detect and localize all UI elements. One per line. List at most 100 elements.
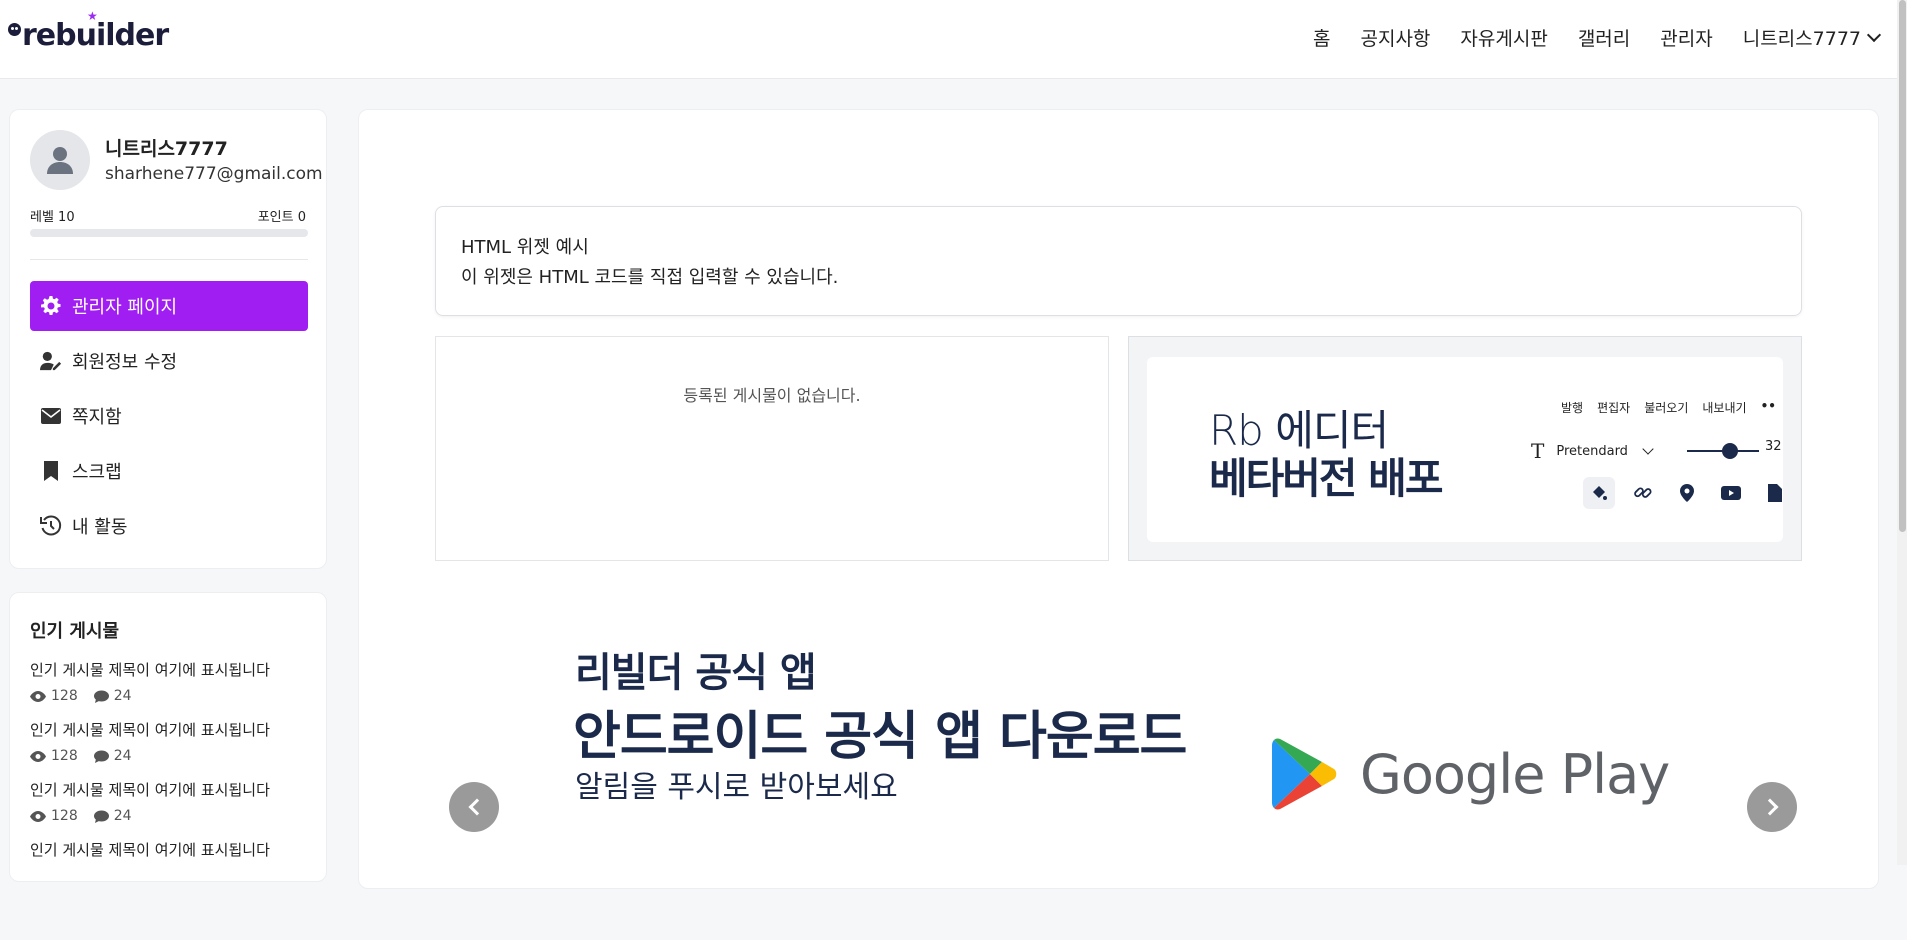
rb-tab-editor: 편집자 [1597, 401, 1631, 415]
nav-free-board[interactable]: 자유게시판 [1460, 24, 1547, 51]
view-count: 128 [51, 808, 78, 824]
list-item[interactable]: 인기 게시물 제목이 여기에 표시됩니다 128 24 [30, 779, 320, 839]
banner-headline: 안드로이드 공식 앱 다운로드 [573, 707, 1187, 767]
menu-label: 내 활동 [72, 517, 128, 538]
list-item[interactable]: 인기 게시물 제목이 여기에 표시됩니다 128 24 [30, 719, 320, 779]
menu-messages[interactable]: 쪽지함 [30, 391, 308, 441]
menu-label: 회원정보 수정 [72, 352, 178, 373]
user-icon [47, 147, 73, 174]
post-meta: 128 24 [30, 688, 320, 704]
paint-bucket-icon [1583, 477, 1615, 509]
comment-count: 24 [113, 748, 132, 764]
rb-font-select: T Pretendard [1531, 439, 1654, 463]
logo-mark [8, 22, 21, 36]
nav-user-name: 니트리스7777 [1742, 28, 1861, 50]
chevron-down-icon [1642, 443, 1654, 455]
rb-tab-export: 내보내기 [1702, 401, 1747, 415]
nav-home[interactable]: 홈 [1313, 24, 1330, 51]
comment-count: 24 [113, 808, 132, 824]
profile-name: 니트리스7777 [105, 138, 228, 160]
view-count: 128 [51, 688, 78, 704]
comment-icon [93, 690, 109, 703]
rb-size-value: 32 [1765, 439, 1782, 454]
nav-admin[interactable]: 관리자 [1660, 24, 1712, 51]
post-meta: 128 24 [30, 808, 320, 824]
comment-icon [93, 750, 109, 763]
post-title[interactable]: 인기 게시물 제목이 여기에 표시됩니다 [30, 779, 320, 800]
main-nav: 홈 공지사항 자유게시판 갤러리 관리자 니트리스7777 [1313, 24, 1882, 51]
profile-menu: 관리자 페이지 회원정보 수정 쪽지함 스크랩 내 활동 [30, 281, 308, 556]
user-edit-icon [40, 350, 62, 372]
bookmark-icon [40, 460, 62, 482]
rb-slider-knob [1722, 443, 1738, 459]
list-item[interactable]: 인기 게시물 제목이 여기에 표시됩니다 128 24 [30, 659, 320, 719]
nav-notice[interactable]: 공지사항 [1360, 24, 1430, 51]
rb-tab-import: 불러오기 [1644, 401, 1689, 415]
view-count: 128 [51, 748, 78, 764]
post-title[interactable]: 인기 게시물 제목이 여기에 표시됩니다 [30, 839, 320, 860]
profile-card: 니트리스7777 sharhene777@gmail.com 레벨 10 포인트… [9, 109, 327, 569]
gear-icon [40, 295, 62, 317]
google-play-icon [1272, 738, 1337, 810]
profile-email: sharhene777@gmail.com [105, 164, 323, 184]
menu-edit-profile[interactable]: 회원정보 수정 [30, 336, 308, 386]
history-icon [40, 515, 62, 537]
profile-level: 레벨 10 [30, 210, 75, 225]
empty-message: 등록된 게시물이 없습니다. [683, 386, 861, 405]
banner-title: 리빌더 공식 앱 [575, 650, 817, 696]
file-icon [1759, 477, 1783, 509]
list-item[interactable]: 인기 게시물 제목이 여기에 표시됩니다 [30, 839, 320, 899]
comment-icon [93, 810, 109, 823]
site-logo[interactable]: rebuilder ★ [8, 9, 169, 54]
html-widget-title: HTML 위젯 예시 [461, 237, 589, 258]
divider [30, 259, 308, 260]
logo-text: rebuilder [22, 18, 169, 53]
rb-editor-tabs: 발행 편집자 불러오기 내보내기 •• [1561, 399, 1776, 416]
map-pin-icon [1671, 477, 1703, 509]
menu-label: 관리자 페이지 [72, 297, 178, 318]
app-download-banner[interactable]: 리빌더 공식 앱 안드로이드 공식 앱 다운로드 알림을 푸시로 받아보세요 G… [435, 640, 1802, 940]
latest-posts-widget: 등록된 게시물이 없습니다. [435, 336, 1109, 561]
carousel-prev-button[interactable] [449, 782, 499, 832]
html-widget-desc: 이 위젯은 HTML 코드를 직접 입력할 수 있습니다. [461, 267, 839, 288]
rb-tab-publish: 발행 [1561, 401, 1584, 415]
menu-label: 쪽지함 [72, 407, 122, 428]
level-progress-bar [30, 229, 308, 237]
envelope-icon [40, 405, 62, 427]
menu-admin-page[interactable]: 관리자 페이지 [30, 281, 308, 331]
chevron-down-icon [1866, 27, 1882, 42]
post-title[interactable]: 인기 게시물 제목이 여기에 표시됩니다 [30, 719, 320, 740]
rb-font-name: Pretendard [1556, 443, 1628, 459]
chevron-left-icon [468, 798, 485, 816]
logo-star-icon: ★ [87, 9, 98, 23]
avatar [30, 130, 90, 190]
page-scrollbar[interactable] [1897, 0, 1907, 865]
more-icon: •• [1760, 399, 1776, 413]
google-play-text: Google Play [1360, 742, 1670, 806]
rb-toolbar-icons [1583, 477, 1783, 509]
chevron-right-icon [1761, 798, 1778, 816]
profile-points: 포인트 0 [257, 210, 306, 225]
menu-scrap[interactable]: 스크랩 [30, 446, 308, 496]
main-content: HTML 위젯 예시 이 위젯은 HTML 코드를 직접 입력할 수 있습니다.… [358, 109, 1879, 889]
post-title[interactable]: 인기 게시물 제목이 여기에 표시됩니다 [30, 659, 320, 680]
comment-count: 24 [113, 688, 132, 704]
text-icon: T [1531, 439, 1545, 463]
banner-subtitle: 알림을 푸시로 받아보세요 [575, 770, 898, 805]
post-meta: 128 24 [30, 748, 320, 764]
nav-gallery[interactable]: 갤러리 [1578, 24, 1630, 51]
scrollbar-thumb[interactable] [1899, 0, 1906, 532]
google-play-badge[interactable]: Google Play [1272, 738, 1670, 810]
link-icon [1627, 477, 1659, 509]
html-widget: HTML 위젯 예시 이 위젯은 HTML 코드를 직접 입력할 수 있습니다. [435, 206, 1802, 316]
youtube-icon [1715, 477, 1747, 509]
carousel-next-button[interactable] [1747, 782, 1797, 832]
top-header: rebuilder ★ 홈 공지사항 자유게시판 갤러리 관리자 니트리스777… [0, 0, 1907, 79]
menu-my-activity[interactable]: 내 활동 [30, 501, 308, 551]
rb-editor-banner[interactable]: Rb 에디터 베타버전 배포 발행 편집자 불러오기 내보내기 •• T Pre… [1128, 336, 1802, 561]
popular-posts-card: 인기 게시물 인기 게시물 제목이 여기에 표시됩니다 128 24 인기 게시… [9, 592, 327, 882]
rb-editor-preview: Rb 에디터 베타버전 배포 발행 편집자 불러오기 내보내기 •• T Pre… [1147, 357, 1783, 542]
nav-user-menu[interactable]: 니트리스7777 [1742, 24, 1882, 51]
menu-label: 스크랩 [72, 462, 122, 483]
rb-editor-subtitle: 베타버전 배포 [1209, 454, 1443, 503]
